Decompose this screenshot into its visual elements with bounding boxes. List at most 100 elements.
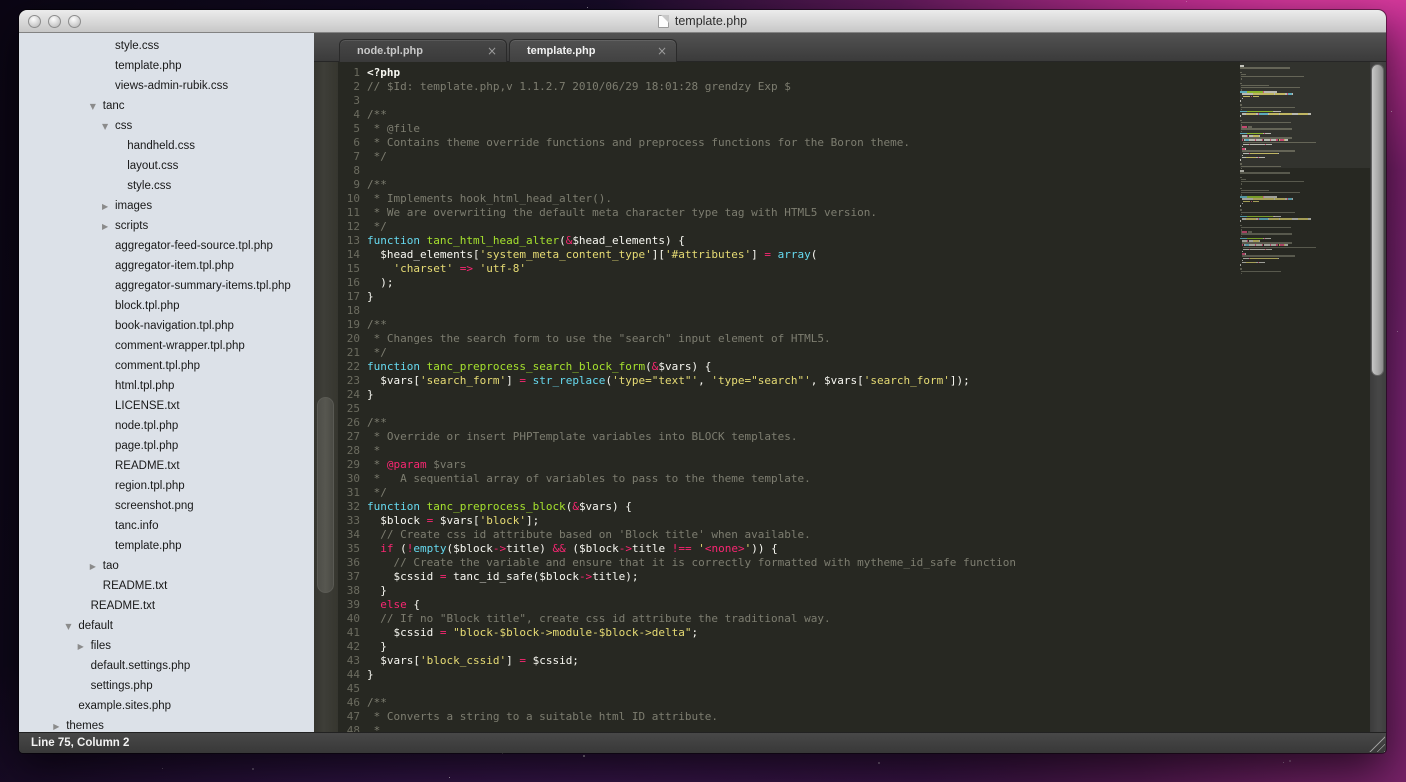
sidebar-item[interactable]: template.php [19,536,314,556]
code-line[interactable]: 33 $block = $vars['block']; [338,514,1240,528]
code-line[interactable]: 36 // Create the variable and ensure tha… [338,556,1240,570]
sidebar-item[interactable]: region.tpl.php [19,476,314,496]
code-line[interactable]: 12 */ [338,220,1240,234]
sidebar-item[interactable]: ▶files [19,636,314,656]
sidebar-item[interactable]: html.tpl.php [19,376,314,396]
code-line[interactable]: 3 [338,94,1240,108]
sidebar-item[interactable]: aggregator-item.tpl.php [19,256,314,276]
code-line[interactable]: 9/** [338,178,1240,192]
code-line[interactable]: 29 * @param $vars [338,458,1240,472]
disclosure-triangle-icon[interactable]: ▶ [78,637,91,657]
sidebar-item[interactable]: LICENSE.txt [19,396,314,416]
sidebar-item[interactable]: ▶tao [19,556,314,576]
code-line[interactable]: 31 */ [338,486,1240,500]
code-line[interactable]: 22function tanc_preprocess_search_block_… [338,360,1240,374]
sidebar-item[interactable]: ▶themes [19,716,314,732]
code-line[interactable]: 13function tanc_html_head_alter(&$head_e… [338,234,1240,248]
sidebar-item[interactable]: default.settings.php [19,656,314,676]
code-line[interactable]: 48 * [338,724,1240,732]
sidebar-item[interactable]: README.txt [19,596,314,616]
code-line[interactable]: 47 * Converts a string to a suitable htm… [338,710,1240,724]
window-titlebar[interactable]: template.php [19,10,1386,33]
code-line[interactable]: 28 * [338,444,1240,458]
code-editor[interactable]: 1<?php2// $Id: template.php,v 1.1.2.7 20… [338,62,1240,732]
code-line[interactable]: 30 * A sequential array of variables to … [338,472,1240,486]
sidebar-item[interactable]: ▼css [19,116,314,136]
code-line[interactable]: 25 [338,402,1240,416]
code-line[interactable]: 19/** [338,318,1240,332]
sidebar-scrollbar-thumb[interactable] [317,397,334,593]
code-line[interactable]: 37 $cssid = tanc_id_safe($block->title); [338,570,1240,584]
code-line[interactable]: 45 [338,682,1240,696]
code-line[interactable]: 15 'charset' => 'utf-8' [338,262,1240,276]
close-tab-icon[interactable]: × [487,40,497,62]
code-line[interactable]: 34 // Create css id attribute based on '… [338,528,1240,542]
code-line[interactable]: 18 [338,304,1240,318]
disclosure-triangle-icon[interactable]: ▶ [102,217,115,237]
tab-node.tpl.php[interactable]: node.tpl.php× [339,39,507,62]
code-line[interactable]: 14 $head_elements['system_meta_content_t… [338,248,1240,262]
code-line[interactable]: 1<?php [338,66,1240,80]
sidebar-item[interactable]: example.sites.php [19,696,314,716]
disclosure-triangle-icon[interactable]: ▼ [90,97,103,117]
disclosure-triangle-icon[interactable]: ▶ [53,717,66,733]
minimap[interactable] [1240,62,1370,732]
sidebar-item[interactable]: README.txt [19,456,314,476]
code-line[interactable]: 40 // If no "Block title", create css id… [338,612,1240,626]
code-line[interactable]: 46/** [338,696,1240,710]
code-line[interactable]: 11 * We are overwriting the default meta… [338,206,1240,220]
sidebar-item[interactable]: ▶scripts [19,216,314,236]
sidebar-item[interactable]: page.tpl.php [19,436,314,456]
sidebar-item[interactable]: template.php [19,56,314,76]
code-line[interactable]: 23 $vars['search_form'] = str_replace('t… [338,374,1240,388]
code-line[interactable]: 10 * Implements hook_html_head_alter(). [338,192,1240,206]
sidebar-item[interactable]: ▼tanc [19,96,314,116]
code-line[interactable]: 42 } [338,640,1240,654]
sidebar-item[interactable]: tanc.info [19,516,314,536]
tab-template.php[interactable]: template.php× [509,39,677,62]
sidebar-item[interactable]: settings.php [19,676,314,696]
code-line[interactable]: 16 ); [338,276,1240,290]
sidebar-item[interactable]: ▶images [19,196,314,216]
resize-grip-icon[interactable] [1368,735,1385,752]
code-line[interactable]: 8 [338,164,1240,178]
disclosure-triangle-icon[interactable]: ▼ [102,117,115,137]
sidebar-item[interactable]: views-admin-rubik.css [19,76,314,96]
sidebar-scrollbar[interactable] [314,62,338,732]
code-line[interactable]: 32function tanc_preprocess_block(&$vars)… [338,500,1240,514]
sidebar-item[interactable]: comment-wrapper.tpl.php [19,336,314,356]
code-line[interactable]: 17} [338,290,1240,304]
sidebar-item[interactable]: style.css [19,176,314,196]
code-line[interactable]: 7 */ [338,150,1240,164]
sidebar-item[interactable]: book-navigation.tpl.php [19,316,314,336]
disclosure-triangle-icon[interactable]: ▶ [102,197,115,217]
code-line[interactable]: 26/** [338,416,1240,430]
sidebar-item[interactable]: handheld.css [19,136,314,156]
editor-scrollbar[interactable] [1370,62,1386,732]
sidebar-item[interactable]: aggregator-summary-items.tpl.php [19,276,314,296]
code-line[interactable]: 27 * Override or insert PHPTemplate vari… [338,430,1240,444]
sidebar-item[interactable]: comment.tpl.php [19,356,314,376]
disclosure-triangle-icon[interactable]: ▶ [90,557,103,577]
code-line[interactable]: 5 * @file [338,122,1240,136]
code-line[interactable]: 24} [338,388,1240,402]
sidebar-item[interactable]: layout.css [19,156,314,176]
code-line[interactable]: 21 */ [338,346,1240,360]
sidebar-item[interactable]: ▼default [19,616,314,636]
code-line[interactable]: 38 } [338,584,1240,598]
close-tab-icon[interactable]: × [657,40,667,62]
editor-scrollbar-thumb[interactable] [1371,64,1384,376]
code-line[interactable]: 4/** [338,108,1240,122]
sidebar-item[interactable]: screenshot.png [19,496,314,516]
code-line[interactable]: 41 $cssid = "block-$block->module-$block… [338,626,1240,640]
code-line[interactable]: 43 $vars['block_cssid'] = $cssid; [338,654,1240,668]
code-line[interactable]: 2// $Id: template.php,v 1.1.2.7 2010/06/… [338,80,1240,94]
sidebar-item[interactable]: node.tpl.php [19,416,314,436]
code-line[interactable]: 35 if (!empty($block->title) && ($block-… [338,542,1240,556]
sidebar-item[interactable]: block.tpl.php [19,296,314,316]
code-line[interactable]: 39 else { [338,598,1240,612]
code-line[interactable]: 20 * Changes the search form to use the … [338,332,1240,346]
code-line[interactable]: 44} [338,668,1240,682]
sidebar-item[interactable]: README.txt [19,576,314,596]
sidebar-item[interactable]: style.css [19,36,314,56]
